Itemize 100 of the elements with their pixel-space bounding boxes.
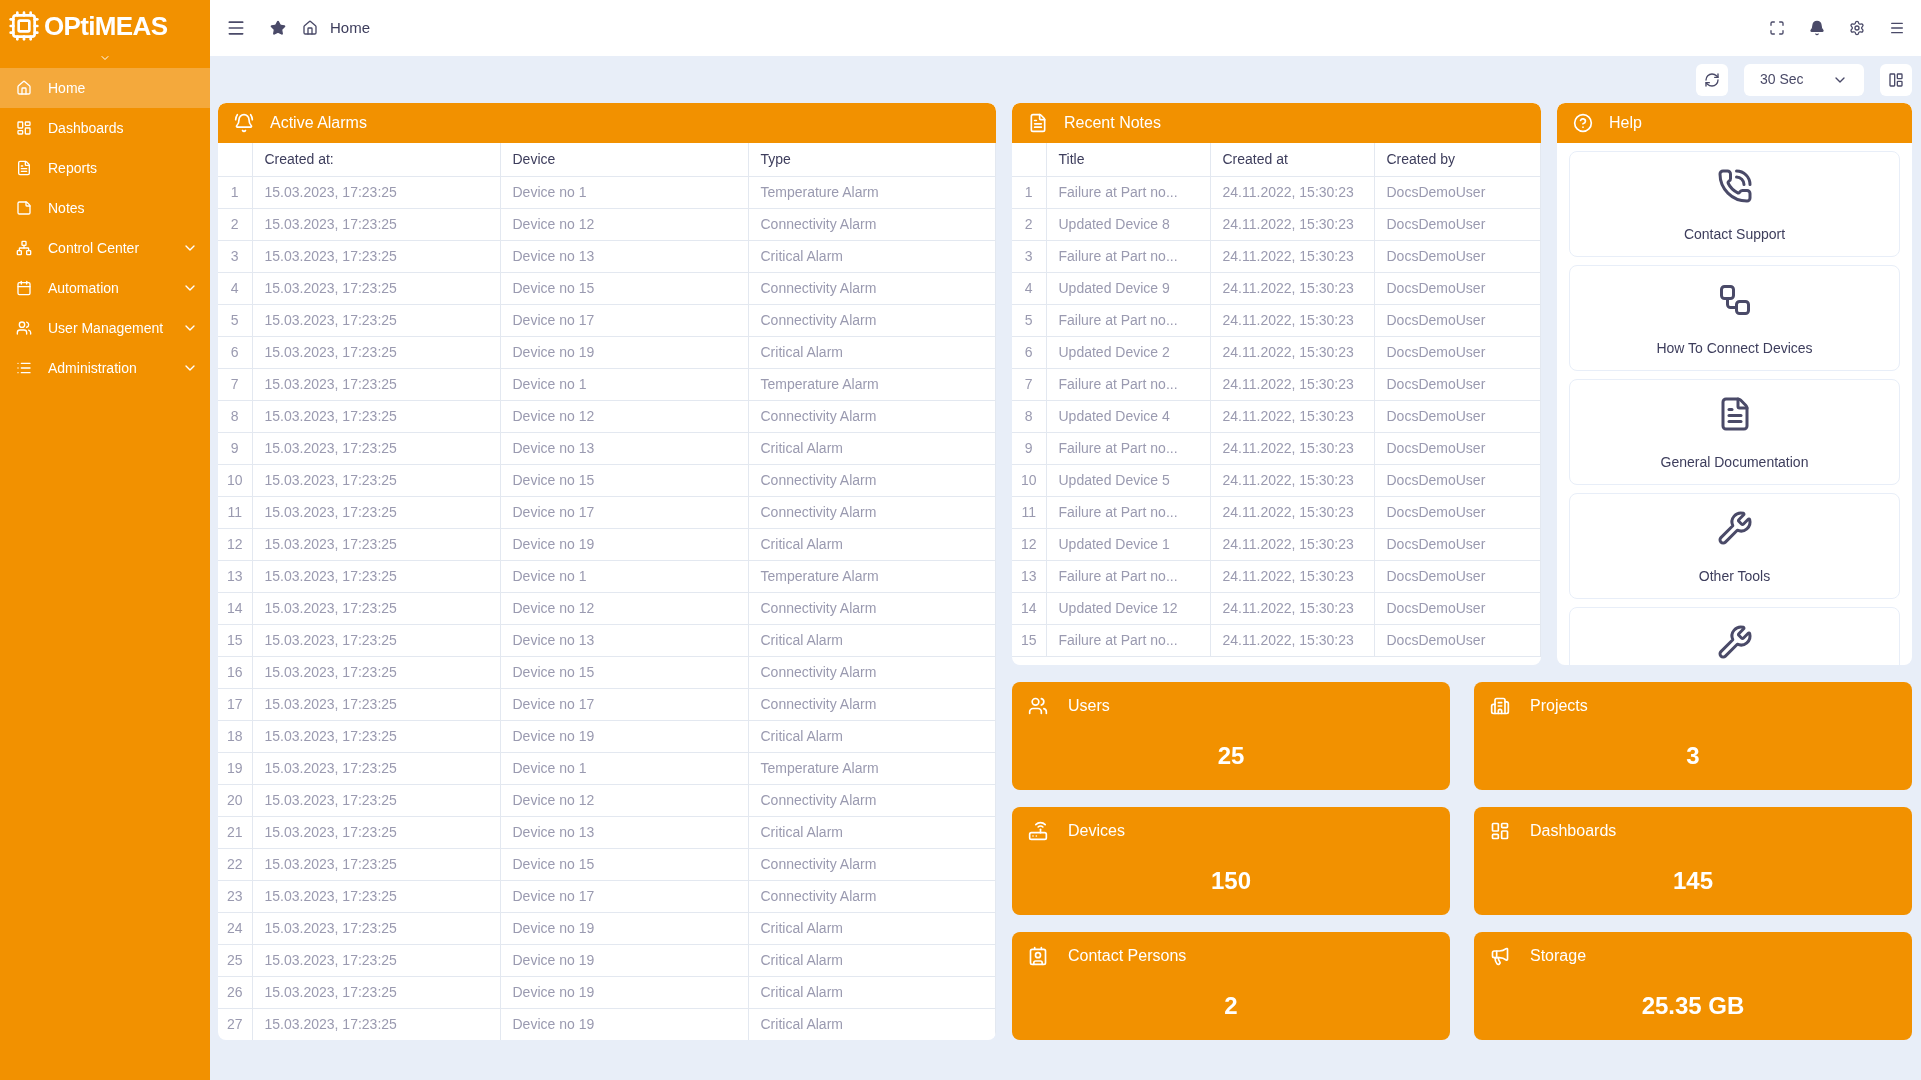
- table-cell: Device no 17: [512, 695, 595, 712]
- row-number: 24: [226, 919, 243, 936]
- row-number: 12: [1020, 535, 1037, 552]
- table-cell: DocsDemoUser: [1386, 247, 1486, 264]
- table-cell: Device no 19: [512, 343, 595, 360]
- help-card[interactable]: Contact Support: [1569, 151, 1900, 257]
- table-cell: 24.11.2022, 15:30:23: [1222, 471, 1354, 488]
- row-number: 14: [226, 599, 243, 616]
- table-cell: 15.03.2023, 17:23:25: [264, 183, 397, 200]
- table-cell: 24.11.2022, 15:30:23: [1222, 599, 1354, 616]
- menu-icon[interactable]: [226, 18, 246, 38]
- notifications-icon[interactable]: [1809, 20, 1825, 36]
- table-cell: 24.11.2022, 15:30:23: [1222, 535, 1354, 552]
- row-number: 2: [1024, 215, 1033, 232]
- column-header[interactable]: Type: [760, 150, 791, 167]
- users-icon: [1028, 696, 1048, 716]
- help-card[interactable]: How To Connect Devices: [1569, 265, 1900, 371]
- row-number: 19: [226, 759, 243, 776]
- table-cell: Connectivity Alarm: [760, 503, 877, 520]
- panel-title: Active Alarms: [270, 113, 367, 133]
- table-cell: Critical Alarm: [760, 951, 843, 968]
- column-header[interactable]: Title: [1058, 150, 1085, 167]
- table-cell: 15.03.2023, 17:23:25: [264, 215, 397, 232]
- table-cell: 15.03.2023, 17:23:25: [264, 791, 397, 808]
- megaphone-icon: [1490, 946, 1510, 966]
- table-cell: 15.03.2023, 17:23:25: [264, 503, 397, 520]
- table-cell: 15.03.2023, 17:23:25: [264, 247, 397, 264]
- table-cell: Connectivity Alarm: [760, 215, 877, 232]
- table-cell: Connectivity Alarm: [760, 663, 877, 680]
- row-number: 27: [226, 1015, 243, 1032]
- table-cell: Failure at Part no...: [1058, 247, 1178, 264]
- panel-title: Help: [1609, 113, 1642, 133]
- row-number: 26: [226, 983, 243, 1000]
- row-number: 17: [226, 695, 243, 712]
- column-header[interactable]: Created at:: [264, 150, 334, 167]
- row-number: 5: [1024, 311, 1033, 328]
- table-cell: Device no 1: [512, 183, 587, 200]
- stat-label: Users: [1068, 696, 1110, 716]
- table-cell: Critical Alarm: [760, 1015, 843, 1032]
- table-cell: 15.03.2023, 17:23:25: [264, 887, 397, 904]
- table-cell: 24.11.2022, 15:30:23: [1222, 407, 1354, 424]
- row-number: 6: [1024, 343, 1033, 360]
- row-number: 12: [226, 535, 243, 552]
- table-cell: Critical Alarm: [760, 247, 843, 264]
- row-number: 9: [1024, 439, 1033, 456]
- list-icon: [16, 360, 32, 376]
- row-number: 9: [230, 439, 239, 456]
- table-cell: Updated Device 9: [1058, 279, 1170, 296]
- menu-icon[interactable]: [1889, 20, 1905, 36]
- table-cell: Connectivity Alarm: [760, 695, 877, 712]
- table-cell: 15.03.2023, 17:23:25: [264, 983, 397, 1000]
- help-card[interactable]: General Documentation: [1569, 379, 1900, 485]
- home-icon[interactable]: [302, 20, 318, 36]
- table-cell: Critical Alarm: [760, 343, 843, 360]
- table-cell: Device no 17: [512, 503, 595, 520]
- table-cell: Failure at Part no...: [1058, 567, 1178, 584]
- table-cell: Failure at Part no...: [1058, 183, 1178, 200]
- table-cell: Critical Alarm: [760, 823, 843, 840]
- stat-label: Dashboards: [1530, 821, 1617, 841]
- row-number: 15: [1020, 631, 1037, 648]
- row-number: 2: [230, 215, 239, 232]
- interval-dropdown[interactable]: 30 Sec: [1744, 63, 1864, 96]
- stat-label: Devices: [1068, 821, 1125, 841]
- settings-icon[interactable]: [1849, 20, 1865, 36]
- table-cell: Updated Device 2: [1058, 343, 1170, 360]
- refresh-button[interactable]: [1696, 63, 1728, 96]
- table-cell: Device no 1: [512, 567, 587, 584]
- wrench-icon: [1716, 624, 1753, 660]
- table-cell: Device no 13: [512, 439, 595, 456]
- table-cell: 15.03.2023, 17:23:25: [264, 343, 397, 360]
- row-number: 8: [230, 407, 239, 424]
- row-number: 21: [226, 823, 243, 840]
- table-cell: 15.03.2023, 17:23:25: [264, 823, 397, 840]
- fullscreen-icon[interactable]: [1769, 20, 1785, 36]
- breadcrumb-link[interactable]: Home: [330, 16, 370, 40]
- layout-icon: [1888, 71, 1904, 88]
- row-number: 18: [226, 727, 243, 744]
- star-icon[interactable]: [270, 20, 286, 36]
- table-cell: Updated Device 4: [1058, 407, 1170, 424]
- column-header[interactable]: Device: [512, 150, 556, 167]
- table-cell: 15.03.2023, 17:23:25: [264, 279, 397, 296]
- table-cell: DocsDemoUser: [1386, 183, 1486, 200]
- table-cell: Critical Alarm: [760, 631, 843, 648]
- table-cell: 24.11.2022, 15:30:23: [1222, 439, 1354, 456]
- table-cell: 15.03.2023, 17:23:25: [264, 311, 397, 328]
- table-cell: Connectivity Alarm: [760, 887, 877, 904]
- row-number: 25: [226, 951, 243, 968]
- help-card[interactable]: Other Tools: [1569, 493, 1900, 599]
- row-number: 11: [1021, 503, 1036, 520]
- column-header[interactable]: Created at: [1222, 150, 1288, 167]
- column-header[interactable]: Created by: [1386, 150, 1455, 167]
- dashboard-icon: [1490, 821, 1510, 841]
- panel-title: Recent Notes: [1064, 113, 1161, 133]
- table-cell: Device no 15: [512, 471, 595, 488]
- table-cell: Device no 15: [512, 663, 595, 680]
- table-cell: 24.11.2022, 15:30:23: [1222, 183, 1354, 200]
- table-cell: 15.03.2023, 17:23:25: [264, 663, 397, 680]
- layout-button[interactable]: [1880, 63, 1912, 96]
- table-cell: Critical Alarm: [760, 727, 843, 744]
- row-number: 6: [230, 343, 239, 360]
